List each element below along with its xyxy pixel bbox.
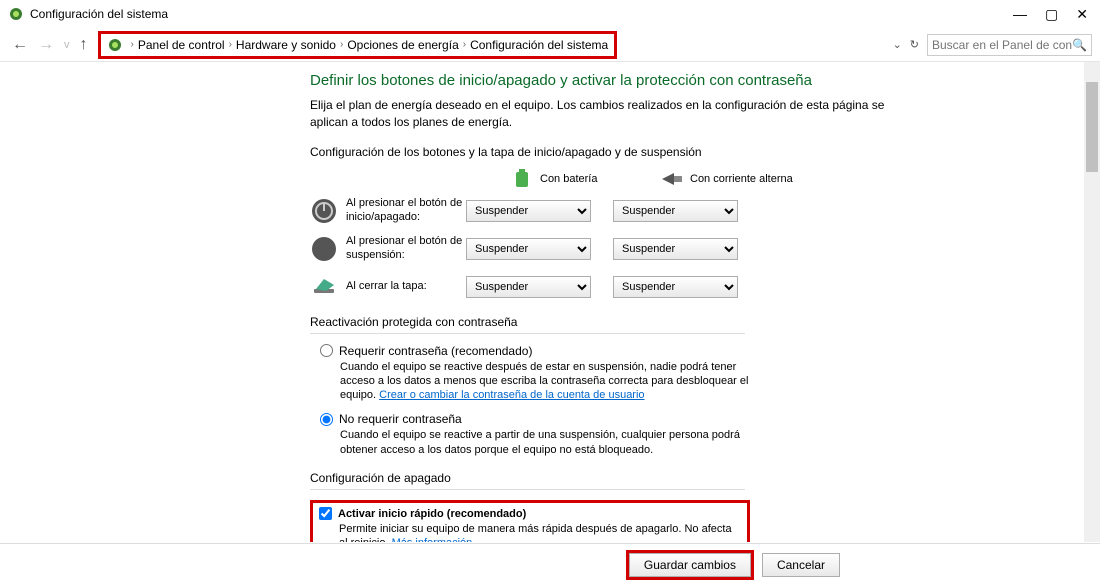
battery-icon <box>510 169 534 189</box>
search-input[interactable] <box>932 38 1072 52</box>
close-button[interactable]: ✕ <box>1076 6 1088 23</box>
breadcrumb-item[interactable]: Configuración del sistema <box>470 38 608 52</box>
row-label: Al presionar el botón de suspensión: <box>346 235 466 261</box>
chevron-right-icon: › <box>229 39 232 50</box>
link-change-password[interactable]: Crear o cambiar la contraseña de la cuen… <box>379 389 644 401</box>
col-battery: Con batería <box>510 169 660 189</box>
chk-fast-startup-input[interactable] <box>319 507 332 520</box>
breadcrumb-item[interactable]: Hardware y sonido <box>236 38 336 52</box>
cancel-button[interactable]: Cancelar <box>762 553 840 577</box>
divider <box>310 489 745 490</box>
radio-nopass-desc: Cuando el equipo se reactive a partir de… <box>340 428 760 457</box>
window-title: Configuración del sistema <box>30 7 1013 21</box>
chevron-right-icon: › <box>340 39 343 50</box>
select-power-ac[interactable]: Suspender <box>613 200 738 222</box>
window-icon <box>8 6 24 22</box>
radio-nopass-input[interactable] <box>320 413 333 426</box>
recent-dropdown[interactable]: v <box>64 39 70 51</box>
scrollbar-thumb[interactable] <box>1086 82 1098 172</box>
radio-require-label[interactable]: Requerir contraseña (recomendado) <box>320 344 1070 358</box>
col-ac-label: Con corriente alterna <box>690 173 793 185</box>
page-subtext: Elija el plan de energía deseado en el e… <box>310 97 920 131</box>
select-power-battery[interactable]: Suspender <box>466 200 591 222</box>
row-label: Al cerrar la tapa: <box>346 280 466 293</box>
select-lid-battery[interactable]: Suspender <box>466 276 591 298</box>
save-button[interactable]: Guardar cambios <box>629 553 751 577</box>
window-buttons: — ▢ ✕ <box>1013 6 1088 23</box>
section-shutdown-label: Configuración de apagado <box>310 471 1070 485</box>
titlebar: Configuración del sistema — ▢ ✕ <box>0 0 1100 28</box>
row-sleep-button: Al presionar el botón de suspensión: Sus… <box>310 235 1070 263</box>
col-battery-label: Con batería <box>540 173 597 185</box>
sleep-icon <box>310 235 338 263</box>
link-more-info[interactable]: Más información <box>392 537 473 542</box>
select-sleep-ac[interactable]: Suspender <box>613 238 738 260</box>
breadcrumb-icon <box>107 37 123 53</box>
section-buttons-label: Configuración de los botones y la tapa d… <box>310 145 1070 159</box>
maximize-button[interactable]: ▢ <box>1045 6 1058 23</box>
row-label: Al presionar el botón de inicio/apagado: <box>346 197 466 223</box>
forward-button[interactable]: → <box>38 36 54 54</box>
chevron-right-icon: › <box>131 39 134 50</box>
address-dropdown-icon[interactable]: ⌄ <box>893 38 902 51</box>
radio-require-desc: Cuando el equipo se reactive después de … <box>340 360 760 403</box>
minimize-button[interactable]: — <box>1013 6 1027 23</box>
laptop-icon <box>310 273 338 301</box>
radio-require-input[interactable] <box>320 344 333 357</box>
page-heading: Definir los botones de inicio/apagado y … <box>310 72 1070 89</box>
radio-require-password: Requerir contraseña (recomendado) Cuando… <box>320 344 1070 403</box>
save-highlight: Guardar cambios <box>626 550 754 580</box>
scrollbar[interactable] <box>1084 62 1100 542</box>
column-headers: Con batería Con corriente alterna <box>510 169 1070 189</box>
row-power-button: Al presionar el botón de inicio/apagado:… <box>310 197 1070 225</box>
chk-fast-startup-label: Activar inicio rápido (recomendado) <box>338 508 526 520</box>
search-box[interactable]: 🔍 <box>927 34 1092 56</box>
divider <box>310 333 745 334</box>
power-icon <box>310 197 338 225</box>
plug-icon <box>660 169 684 189</box>
nav-bar: ← → v ↑ › Panel de control › Hardware y … <box>0 28 1100 62</box>
breadcrumb-item[interactable]: Panel de control <box>138 38 225 52</box>
chk-fast-startup[interactable]: Activar inicio rápido (recomendado) <box>319 507 741 520</box>
select-sleep-battery[interactable]: Suspender <box>466 238 591 260</box>
radio-no-password: No requerir contraseña Cuando el equipo … <box>320 412 1070 457</box>
breadcrumb: › Panel de control › Hardware y sonido ›… <box>98 31 618 59</box>
radio-nopass-label[interactable]: No requerir contraseña <box>320 412 1070 426</box>
breadcrumb-item[interactable]: Opciones de energía <box>347 38 458 52</box>
chevron-right-icon: › <box>463 39 466 50</box>
search-icon: 🔍 <box>1072 38 1087 52</box>
section-password-label: Reactivación protegida con contraseña <box>310 315 1070 329</box>
footer: Guardar cambios Cancelar <box>0 543 1100 585</box>
row-lid-close: Al cerrar la tapa: Suspender Suspender <box>310 273 1070 301</box>
chk-fast-startup-desc: Permite iniciar su equipo de manera más … <box>339 522 741 542</box>
refresh-icon[interactable]: ↻ <box>910 38 919 51</box>
content-area: Definir los botones de inicio/apagado y … <box>0 62 1100 542</box>
fast-startup-highlight: Activar inicio rápido (recomendado) Perm… <box>310 500 750 542</box>
select-lid-ac[interactable]: Suspender <box>613 276 738 298</box>
col-ac: Con corriente alterna <box>660 169 810 189</box>
back-button[interactable]: ← <box>12 36 28 54</box>
up-button[interactable]: ↑ <box>80 36 88 54</box>
